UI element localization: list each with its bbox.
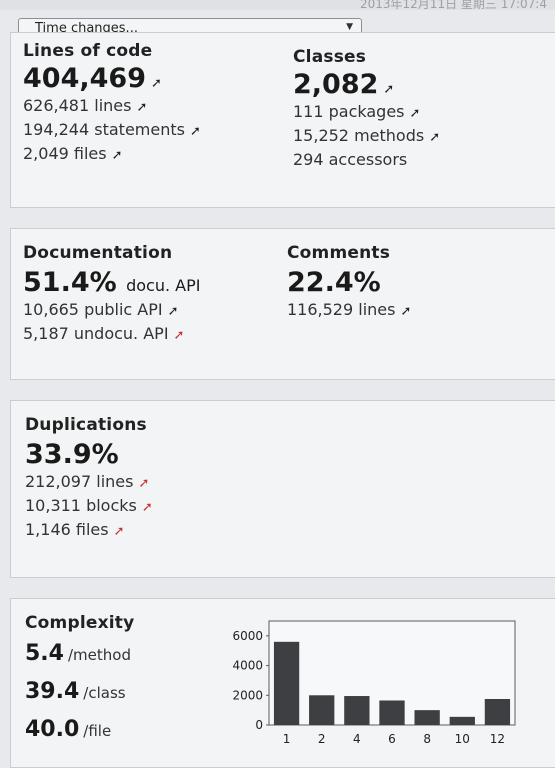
undocumented-api[interactable]: 5,187 undocu. API <box>23 324 169 343</box>
complexity-heading: Complexity <box>25 613 135 633</box>
y-tick-label: 2000 <box>232 688 263 702</box>
complexity-panel: Complexity 5.4/method 39.4/class 40.0/fi… <box>10 598 555 768</box>
complexity-distribution-chart[interactable]: 02000400060001 2 4 6 8 10 12 <box>207 613 525 753</box>
duplications-value[interactable]: 33.9% <box>25 439 153 470</box>
public-api[interactable]: 10,665 public API <box>23 300 163 319</box>
comment-lines-row: 116,529 lines ➚ <box>287 298 411 322</box>
undocu-api-row: 5,187 undocu. API ➚ <box>23 322 200 346</box>
trend-arrow-icon: ➚ <box>173 328 185 343</box>
loc-heading: Lines of code <box>23 41 153 61</box>
public-api-row: 10,665 public API ➚ <box>23 298 200 322</box>
bar-8 <box>414 710 440 725</box>
loc-value-row: 404,469 ➚ <box>23 63 201 94</box>
documentation-panel: Documentation 51.4% docu. API 10,665 pub… <box>10 228 555 380</box>
classes-heading: Classes <box>293 47 367 67</box>
trend-arrow-icon: ➚ <box>141 500 153 515</box>
x-tick-label: 4 <box>353 732 361 746</box>
duplications-heading: Duplications <box>25 415 147 435</box>
loc-statements[interactable]: 194,244 statements <box>23 120 185 139</box>
loc-lines-row: 626,481 lines ➚ <box>23 94 201 118</box>
trend-arrow-icon: ➚ <box>189 124 201 139</box>
comment-lines[interactable]: 116,529 lines <box>287 300 395 319</box>
complexity-class-row: 39.4/class <box>25 679 126 704</box>
dup-files-row: 1,146 files ➚ <box>25 518 153 542</box>
duplications-widget: Duplications 33.9% 212,097 lines ➚ 10,311… <box>25 415 153 542</box>
documentation-value-row: 51.4% docu. API <box>23 267 200 298</box>
loc-widget: Lines of code 404,469 ➚ 626,481 lines ➚ 19… <box>23 41 201 166</box>
classes-value-row: 2,082 ➚ <box>293 69 440 100</box>
loc-files[interactable]: 2,049 files <box>23 144 107 163</box>
packages-row: 111 packages ➚ <box>293 100 440 124</box>
bar-4 <box>344 696 370 725</box>
classes-accessors[interactable]: 294 accessors <box>293 150 407 169</box>
trend-arrow-icon: ➚ <box>383 82 395 97</box>
dup-blocks-row: 10,311 blocks ➚ <box>25 494 153 518</box>
x-tick-label: 10 <box>455 732 470 746</box>
dup-lines-row: 212,097 lines ➚ <box>25 470 153 494</box>
timestamp-fragment: 2013年12月11日 星期三 17:07:4 <box>360 0 547 10</box>
comments-heading: Comments <box>287 243 391 263</box>
duplicated-blocks[interactable]: 10,311 blocks <box>25 496 137 515</box>
trend-arrow-icon: ➚ <box>138 476 150 491</box>
x-tick-label: 6 <box>388 732 396 746</box>
x-tick-label: 2 <box>318 732 326 746</box>
loc-files-row: 2,049 files ➚ <box>23 142 201 166</box>
complexity-per-class[interactable]: 39.4 <box>25 679 79 704</box>
accessors-row: 294 accessors <box>293 148 440 172</box>
classes-methods[interactable]: 15,252 methods <box>293 126 424 145</box>
top-header-strip: 2013年12月11日 星期三 17:07:4 <box>0 0 555 10</box>
comments-widget: Comments 22.4% 116,529 lines ➚ <box>287 243 411 322</box>
loc-statements-row: 194,244 statements ➚ <box>23 118 201 142</box>
bar-12 <box>484 699 511 725</box>
bar-10 <box>449 716 475 725</box>
trend-arrow-icon: ➚ <box>150 76 162 91</box>
complexity-method-row: 5.4/method <box>25 641 131 666</box>
duplications-panel: Duplications 33.9% 212,097 lines ➚ 10,311… <box>10 400 555 578</box>
y-tick-label: 6000 <box>232 629 263 643</box>
trend-arrow-icon: ➚ <box>111 148 123 163</box>
complexity-per-file[interactable]: 40.0 <box>25 717 79 742</box>
classes-value[interactable]: 2,082 <box>293 69 378 100</box>
trend-arrow-icon: ➚ <box>167 304 179 319</box>
duplicated-files[interactable]: 1,146 files <box>25 520 109 539</box>
y-tick-label: 4000 <box>232 659 263 673</box>
methods-row: 15,252 methods ➚ <box>293 124 440 148</box>
complexity-file-row: 40.0/file <box>25 717 111 742</box>
trend-arrow-icon: ➚ <box>136 100 148 115</box>
trend-arrow-icon: ➚ <box>409 106 421 121</box>
documentation-unit: docu. API <box>126 276 201 295</box>
documentation-heading: Documentation <box>23 243 173 263</box>
classes-widget: Classes 2,082 ➚ 111 packages ➚ 15,252 meth… <box>293 47 440 172</box>
bar-2 <box>309 695 335 725</box>
size-panel: Lines of code 404,469 ➚ 626,481 lines ➚ 19… <box>10 32 555 208</box>
trend-arrow-icon: ➚ <box>113 524 125 539</box>
complexity-method-unit: /method <box>67 646 131 664</box>
loc-value[interactable]: 404,469 <box>23 63 146 94</box>
y-tick-label: 0 <box>255 718 263 732</box>
x-tick-label: 8 <box>423 732 431 746</box>
trend-arrow-icon: ➚ <box>400 304 412 319</box>
duplicated-lines[interactable]: 212,097 lines <box>25 472 133 491</box>
loc-lines[interactable]: 626,481 lines <box>23 96 131 115</box>
classes-packages[interactable]: 111 packages <box>293 102 405 121</box>
complexity-class-unit: /class <box>83 684 126 702</box>
documentation-widget: Documentation 51.4% docu. API 10,665 pub… <box>23 243 200 346</box>
trend-arrow-icon: ➚ <box>429 130 441 145</box>
x-tick-label: 1 <box>283 732 291 746</box>
x-tick-label: 12 <box>490 732 505 746</box>
dropdown-arrow-icon: ▼ <box>346 22 353 32</box>
comments-value[interactable]: 22.4% <box>287 267 411 298</box>
documentation-value[interactable]: 51.4% <box>23 267 117 298</box>
complexity-per-method[interactable]: 5.4 <box>25 641 64 666</box>
complexity-file-unit: /file <box>83 722 112 740</box>
bar-6 <box>379 700 405 725</box>
bar-1 <box>273 641 300 725</box>
